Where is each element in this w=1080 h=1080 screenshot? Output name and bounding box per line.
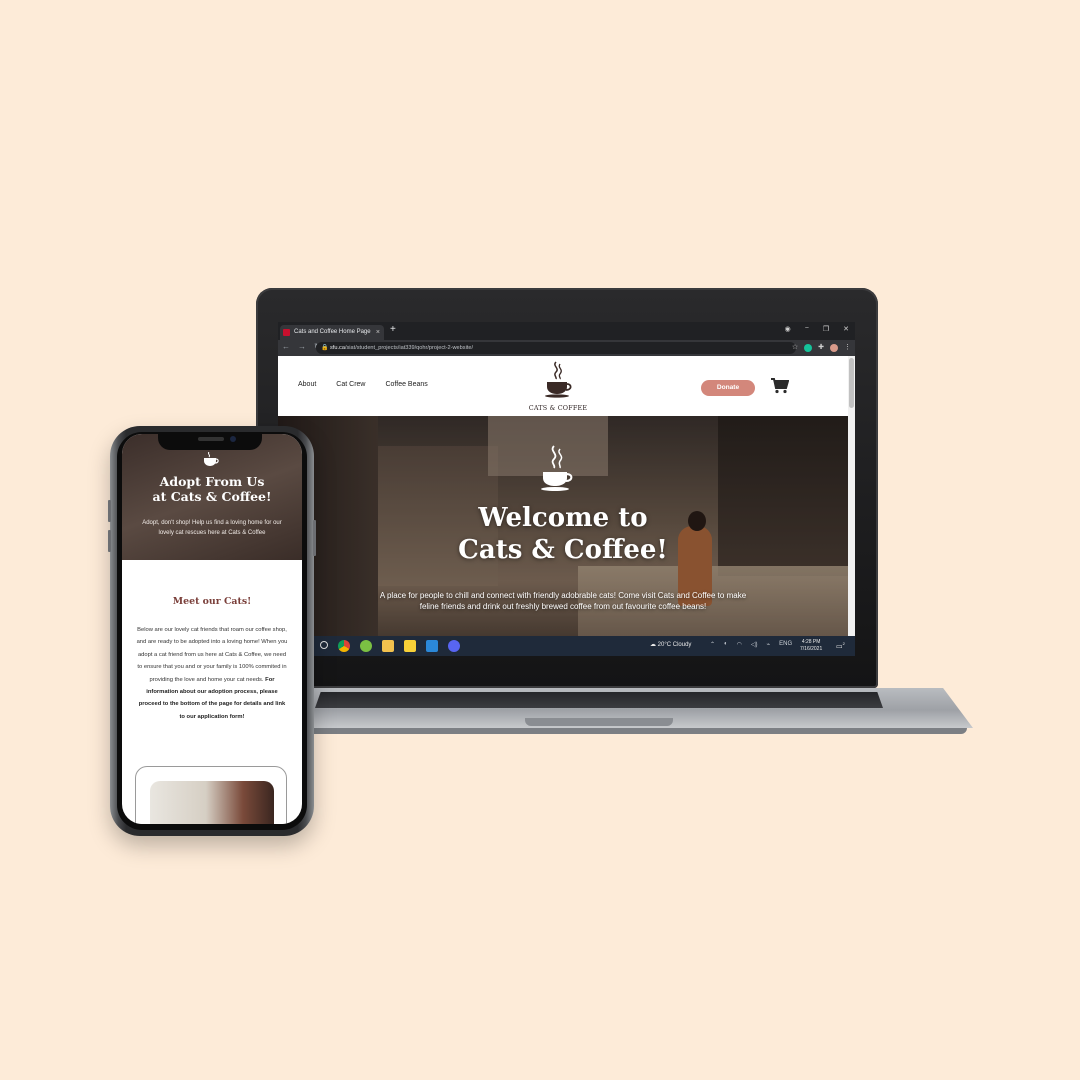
weather-text: 20°C Cloudy <box>657 642 692 648</box>
phone-power-button <box>313 520 316 556</box>
phone-screen: Adopt From Us at Cats & Coffee! Adopt, d… <box>122 434 302 824</box>
chrome-app-icon[interactable] <box>338 640 350 652</box>
wifi-icon[interactable]: ◠ <box>737 641 742 648</box>
browser-tabbar: Cats and Coffee Home Page × + ◉ − ❐ ✕ <box>278 322 855 340</box>
hero-section: Welcome to Cats & Coffee! A place for pe… <box>278 416 848 636</box>
nav-coffee-beans[interactable]: Coffee Beans <box>385 381 427 388</box>
body-bold-paragraph: For information about our adoption proce… <box>138 676 286 720</box>
new-tab-button[interactable]: + <box>390 324 396 335</box>
donate-button[interactable]: Donate <box>701 380 755 396</box>
back-arrow-icon[interactable]: ← <box>282 342 290 351</box>
site-nav: About Cat Crew Coffee Beans <box>298 381 428 388</box>
tab-close-icon[interactable]: × <box>376 325 380 340</box>
meet-cats-heading: Meet our Cats! <box>172 596 252 607</box>
chevron-up-icon[interactable]: ⌃ <box>710 641 715 648</box>
windows-taskbar: ☁ 20°C Cloudy ⌃ ◐ ◠ ◁) ⌁ ENG 4:28 PM 7/1… <box>278 636 855 656</box>
profile-icon[interactable]: ◉ <box>785 325 791 333</box>
minimize-button[interactable]: − <box>805 325 809 333</box>
start-icon[interactable] <box>320 641 328 649</box>
laptop-keyboard <box>315 692 883 708</box>
coffee-cup-icon <box>204 452 219 466</box>
coffee-cup-icon <box>541 445 573 491</box>
phone-hero-title-line2: at Cats & Coffee! <box>152 489 272 504</box>
coffee-cup-icon <box>545 361 572 398</box>
laptop-screen: Cats and Coffee Home Page × + ◉ − ❐ ✕ ← … <box>278 322 855 656</box>
hero-title-line1: Welcome to <box>478 503 648 533</box>
taskbar-apps <box>338 640 460 652</box>
folder-icon[interactable] <box>382 640 394 652</box>
hero-title: Welcome to Cats & Coffee! <box>278 502 848 566</box>
close-window-button[interactable]: ✕ <box>843 325 849 333</box>
volume-icon[interactable]: ◁) <box>751 641 758 648</box>
phone-hero-subtitle: Adopt, don't shop! Help us find a loving… <box>142 520 282 536</box>
logo-text: CATS & COFFEE <box>528 404 588 412</box>
system-tray: ⌃ ◐ ◠ ◁) ⌁ ENG <box>710 641 792 648</box>
hero-subtitle: A place for people to chill and connect … <box>379 591 747 611</box>
puzzle-icon[interactable]: ✚ <box>818 343 824 353</box>
laptop-base <box>225 688 973 740</box>
site-header: About Cat Crew Coffee Beans CATS & COFFE… <box>278 356 848 416</box>
phone-hero: Adopt From Us at Cats & Coffee! Adopt, d… <box>122 434 302 560</box>
lock-icon: 🔒 <box>321 345 329 351</box>
star-icon[interactable]: ☆ <box>792 343 798 353</box>
browser-toolbar: ← → ↻ 🔒 sfu.ca/siat/student_projects/iat… <box>278 340 855 356</box>
body-paragraph: Below are our lovely cat friends that ro… <box>136 627 288 683</box>
phone-volume-button <box>108 530 111 552</box>
network-icon[interactable]: ⌁ <box>767 641 771 648</box>
clock-time: 4:28 PM <box>801 639 821 645</box>
laptop-bottom-edge <box>231 728 967 734</box>
phone-volume-button <box>108 500 111 522</box>
language-indicator[interactable]: ENG <box>779 641 792 648</box>
phone-hero-title-line1: Adopt From Us <box>159 474 265 489</box>
tab-title: Cats and Coffee Home Page <box>294 329 371 335</box>
extension-icons: ☆ ✚ ⋮ <box>792 343 851 353</box>
clock-date: 7/16/2021 <box>800 646 823 652</box>
phone-speaker <box>198 437 224 441</box>
hero-title-line2: Cats & Coffee! <box>458 535 668 565</box>
phone-notch <box>158 432 262 450</box>
phone-camera <box>230 436 236 442</box>
avatar[interactable] <box>830 344 838 352</box>
taskbar-clock[interactable]: 4:28 PM 7/16/2021 <box>800 639 822 653</box>
cart-icon[interactable] <box>771 378 789 394</box>
forward-arrow-icon[interactable]: → <box>298 342 306 351</box>
notes-icon[interactable] <box>404 640 416 652</box>
scrollbar-thumb[interactable] <box>849 358 854 408</box>
menu-dots-icon[interactable]: ⋮ <box>844 343 851 353</box>
browser-tab[interactable]: Cats and Coffee Home Page × <box>280 325 384 340</box>
url-input[interactable]: 🔒 sfu.ca/siat/student_projects/iat339/qo… <box>316 342 796 354</box>
site-logo[interactable]: CATS & COFFEE <box>523 360 593 412</box>
grammarly-icon[interactable] <box>804 344 813 352</box>
nav-about[interactable]: About <box>298 381 316 388</box>
phone-hero-title: Adopt From Us at Cats & Coffee! <box>122 474 302 504</box>
nav-arrows: ← → ↻ <box>282 342 321 351</box>
tray-icon[interactable]: ◐ <box>724 641 728 648</box>
laptop-opening-notch <box>525 718 673 726</box>
weather-widget[interactable]: ☁ 20°C Cloudy <box>650 641 691 648</box>
notification-count: 2 <box>842 641 845 646</box>
nav-cat-crew[interactable]: Cat Crew <box>336 381 365 388</box>
discord-icon[interactable] <box>448 640 460 652</box>
cat-card-image <box>150 781 274 824</box>
window-controls: ◉ − ❐ ✕ <box>785 325 849 333</box>
page-scrollbar[interactable] <box>848 356 855 636</box>
phone-body-text: Below are our lovely cat friends that ro… <box>136 624 288 723</box>
store-icon[interactable] <box>426 640 438 652</box>
maximize-button[interactable]: ❐ <box>823 325 829 333</box>
cat-card[interactable] <box>135 766 287 824</box>
sfu-favicon-icon <box>283 329 290 336</box>
url-path: /siat/student_projects/iat339/qohr/proje… <box>344 345 474 351</box>
url-host: sfu.ca <box>330 345 345 351</box>
cloud-icon: ☁ <box>650 642 656 648</box>
app-icon[interactable] <box>360 640 372 652</box>
notification-icon[interactable]: ▭2 <box>836 641 845 650</box>
